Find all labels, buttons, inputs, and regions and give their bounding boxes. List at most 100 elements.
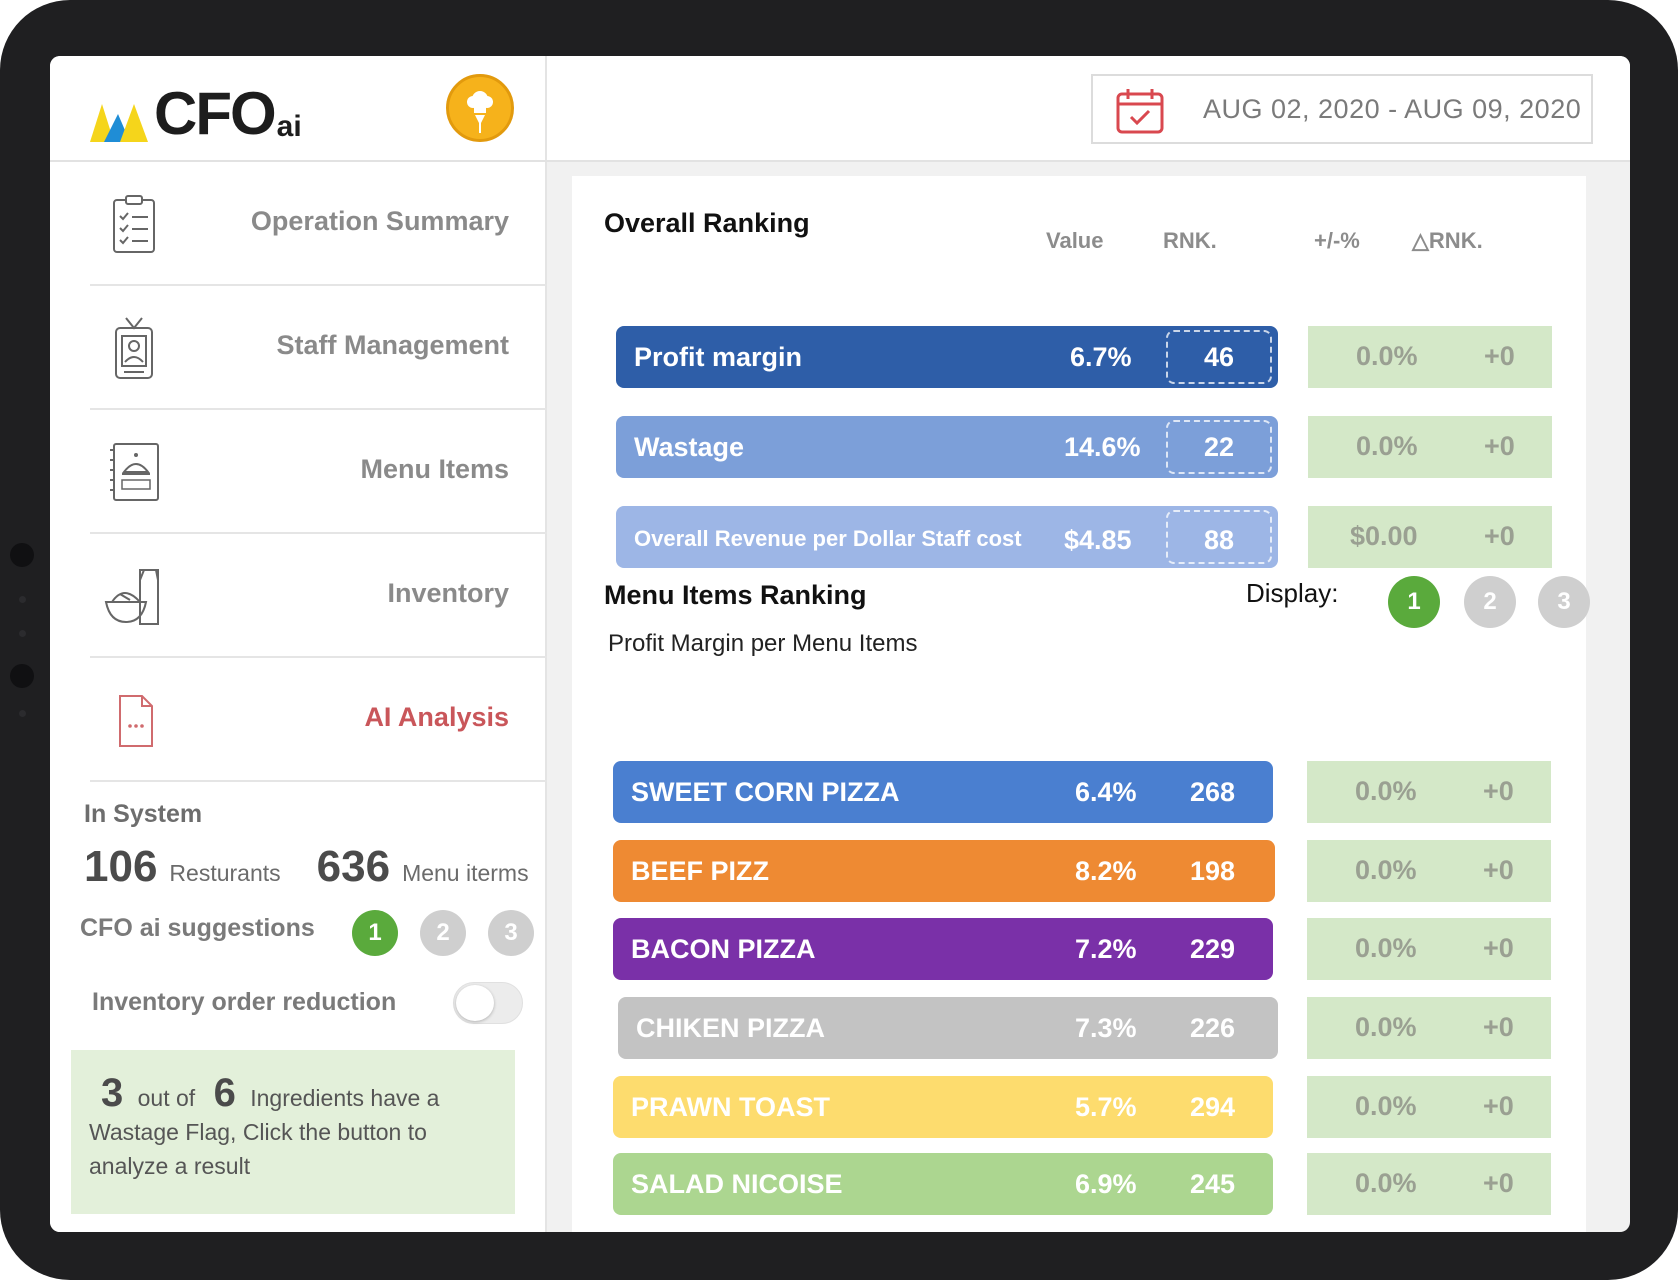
sidebar-item-label: AI Analysis [364,702,509,732]
row-rank: 88 [1204,525,1235,555]
groceries-icon [104,569,159,625]
sidebar-item-staff-management[interactable]: Staff Management [90,286,547,410]
row-rank: 294 [1190,1092,1236,1122]
sensor-dot [19,630,26,637]
flag-text-c: analyze a result [89,1153,251,1179]
system-stats: 106 Resturants 636 Menu iterms [84,842,529,892]
row-delta-rank: +0 [1484,341,1515,371]
ranking-panel: Overall Ranking Value RNK. +/-% △RNK. Pr… [572,176,1590,1232]
clipboard-icon [113,195,155,253]
flag-count: 3 [101,1071,124,1115]
row-rank: 268 [1190,777,1236,807]
display-page-1[interactable]: 1 [1388,576,1440,628]
suggestion-page-1[interactable]: 1 [352,910,398,956]
menu-book-icon [110,443,159,501]
menu-change-prawn-toast: 0.0% +0 [1307,1076,1551,1138]
col-header-delta-rank: △RNK. [1412,228,1483,253]
row-change: 0.0% [1355,855,1417,885]
suggestions-label: CFO ai suggestions [80,914,315,942]
row-change: 0.0% [1355,933,1417,963]
logo-row: CFO ai [50,56,547,162]
app-logo[interactable]: CFO ai [90,74,302,144]
row-change: $0.00 [1350,521,1418,551]
inventory-toggle-label: Inventory order reduction [92,988,397,1016]
flag-text-b: Wastage Flag, Click the button to [89,1119,427,1145]
row-value: 14.6% [1064,432,1141,462]
row-value: 7.2% [1075,934,1137,964]
row-label: BACON PIZZA [631,934,816,964]
row-rank: 226 [1190,1013,1236,1043]
row-rank: 46 [1204,342,1235,372]
row-delta-rank: +0 [1483,933,1514,963]
overall-row-profit-margin[interactable]: Profit margin 6.7% 46 [616,326,1278,388]
row-delta-rank: +0 [1484,521,1515,551]
wastage-flag-box[interactable]: 3 out of 6 Ingredients have a Wastage Fl… [71,1050,515,1214]
sidebar-item-label: Inventory [387,578,509,608]
row-change: 0.0% [1355,1012,1417,1042]
inventory-order-reduction-toggle[interactable] [453,982,523,1024]
row-value: 6.4% [1075,777,1137,807]
sidebar-item-menu-items[interactable]: Menu Items [90,410,547,534]
toggle-knob [456,985,494,1021]
camera-dot [10,543,34,567]
logo-sub: ai [276,110,302,143]
row-label: Overall Revenue per Dollar Staff cost [634,526,1022,551]
sidebar-item-inventory[interactable]: Inventory [90,534,547,658]
flag-total: 6 [213,1071,236,1115]
menu-row-salad-nicoise[interactable]: SALAD NICOISE 6.9% 245 [613,1153,1273,1215]
row-label: PRAWN TOAST [631,1092,831,1122]
row-rank: 229 [1190,934,1236,964]
menu-row-bacon-pizza[interactable]: BACON PIZZA 7.2% 229 [613,918,1273,980]
date-range-text: AUG 02, 2020 - AUG 09, 2020 [1203,94,1582,124]
row-value: 7.3% [1075,1013,1137,1043]
suggestion-page-3[interactable]: 3 [488,910,534,956]
row-value: 6.7% [1070,342,1132,372]
menu-change-chiken-pizza: 0.0% +0 [1307,997,1551,1059]
overall-ranking-title: Overall Ranking [604,208,810,238]
menu-row-beef-pizz[interactable]: BEEF PIZZ 8.2% 198 [613,840,1275,902]
menu-row-prawn-toast[interactable]: PRAWN TOAST 5.7% 294 [613,1076,1273,1138]
row-label: CHIKEN PIZZA [636,1013,825,1043]
menu-items-label: Menu iterms [402,860,529,886]
col-header-rank: RNK. [1163,228,1217,253]
sidebar-item-operation-summary[interactable]: Operation Summary [90,162,547,286]
display-page-3[interactable]: 3 [1538,576,1590,628]
document-dots-icon [119,695,153,747]
col-header-value: Value [1046,228,1104,253]
sidebar-item-ai-analysis[interactable]: AI Analysis [90,658,547,782]
overall-change-wastage: 0.0% +0 [1308,416,1552,478]
row-label: BEEF PIZZ [631,856,770,886]
row-value: 5.7% [1075,1092,1137,1122]
display-label: Display: [1246,578,1339,608]
menu-change-beef-pizz: 0.0% +0 [1307,840,1551,902]
menu-change-bacon-pizza: 0.0% +0 [1307,918,1551,980]
display-page-2[interactable]: 2 [1464,576,1516,628]
row-change: 0.0% [1356,341,1418,371]
menu-row-chiken-pizza[interactable]: CHIKEN PIZZA 7.3% 226 [618,997,1278,1059]
home-dot [10,664,34,688]
sensor-dot [19,710,26,717]
col-header-change: +/-% [1314,228,1360,253]
row-value: $4.85 [1064,525,1132,555]
row-delta-rank: +0 [1483,1091,1514,1121]
logo-mountains-icon [90,104,148,142]
menu-row-sweet-corn-pizza[interactable]: SWEET CORN PIZZA 6.4% 268 [613,761,1273,823]
sidebar-item-label: Operation Summary [250,206,509,236]
row-change: 0.0% [1355,1168,1417,1198]
sidebar: CFO ai Operation Summary Staff Managemen… [50,56,547,1232]
row-delta-rank: +0 [1483,1168,1514,1198]
tablet-frame: CFO ai Operation Summary Staff Managemen… [0,0,1678,1280]
menu-change-sweet-corn-pizza: 0.0% +0 [1307,761,1551,823]
suggestion-page-2[interactable]: 2 [420,910,466,956]
top-bar: AUG 02, 2020 - AUG 09, 2020 [547,56,1630,162]
overall-row-revenue-per-staff-cost[interactable]: Overall Revenue per Dollar Staff cost $4… [616,506,1278,568]
row-delta-rank: +0 [1483,776,1514,806]
date-range-picker[interactable]: AUG 02, 2020 - AUG 09, 2020 [1091,74,1593,144]
menu-change-salad-nicoise: 0.0% +0 [1307,1153,1551,1215]
row-change: 0.0% [1355,1091,1417,1121]
restaurants-count: 106 [84,842,158,891]
chef-avatar-icon[interactable] [446,74,514,142]
in-system-label: In System [84,800,203,828]
sidebar-item-label: Menu Items [360,454,509,484]
overall-row-wastage[interactable]: Wastage 14.6% 22 [616,416,1278,478]
